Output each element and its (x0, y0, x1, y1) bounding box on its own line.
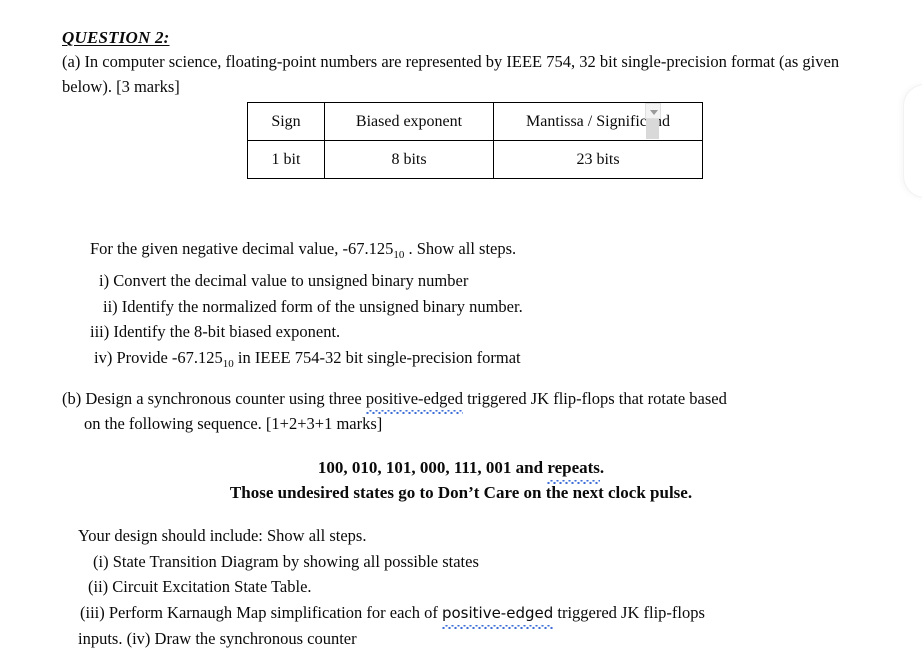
table-cell-sign-bits: 1 bit (247, 140, 325, 179)
design-item-ii: (ii) Circuit Excitation State Table. (88, 577, 312, 596)
part-b-intro: (b) Design a synchronous counter using t… (62, 386, 852, 436)
side-panel-edge[interactable] (903, 84, 922, 198)
misspelled-word-repeats[interactable]: repeats (547, 455, 600, 484)
chevron-down-icon (650, 110, 658, 115)
table-header-biased-exponent: Biased exponent (324, 102, 494, 141)
steps-intro-text-before: For the given negative decimal value, -6… (90, 239, 394, 258)
part-b-design-requirements: Your design should include: Show all ste… (78, 523, 868, 652)
steps-intro-text-after: . Show all steps. (404, 239, 517, 258)
design-item-iii-before: (iii) Perform Karnaugh Map simplificatio… (80, 602, 442, 622)
document-page: QUESTION 2: (a) In computer science, flo… (0, 0, 922, 648)
step-item-iv: iv) Provide -67.12510 in IEEE 754-32 bit… (90, 345, 790, 377)
misspelled-word-positive-edged-2[interactable]: positive-edged (441, 601, 554, 629)
step-item-ii: ii) Identify the normalized form of the … (103, 296, 523, 316)
state-sequence-before: 100, 010, 101, 000, 111, 001 and (317, 458, 548, 477)
table-cell-exponent-bits: 8 bits (324, 140, 494, 179)
misspelled-word-positive-edged[interactable]: positive-edged (365, 386, 464, 414)
state-sequence-line: 100, 010, 101, 000, 111, 001 and repeats… (0, 455, 922, 484)
undesired-states-note: Those undesired states go to Don’t Care … (229, 483, 693, 502)
steps-intro-subscript: 10 (393, 248, 405, 261)
table-cell-mantissa-bits: 23 bits (493, 140, 703, 179)
part-a-steps: For the given negative decimal value, -6… (90, 236, 790, 377)
part-b-line2: on the following sequence. [1+2+3+1 mark… (84, 414, 383, 433)
ieee754-field-table: Sign Biased exponent Mantissa / Signific… (247, 102, 703, 179)
step-item-i: i) Convert the decimal value to unsigned… (99, 271, 469, 291)
table-row-values: 1 bit 8 bits 23 bits (247, 140, 703, 179)
table-scrollbar[interactable] (645, 103, 661, 140)
page-title: QUESTION 2: (62, 28, 170, 47)
step-iv-text-after: in IEEE 754-32 bit single-precision form… (233, 347, 521, 367)
part-a-line-1: (a) In computer science, floating-point … (62, 52, 727, 71)
table-row-headers: Sign Biased exponent Mantissa / Signific… (247, 102, 703, 141)
step-iv-subscript: 10 (222, 357, 234, 370)
design-item-iii-after: triggered JK flip-flops (553, 602, 705, 622)
scrollbar-thumb[interactable] (646, 119, 659, 139)
part-b-line1-after: triggered JK flip-flops that rotate base… (462, 389, 727, 408)
step-item-iii: iii) Identify the 8-bit biased exponent. (90, 322, 341, 342)
state-sequence-after: . (599, 458, 605, 477)
part-b-line1-before: (b) Design a synchronous counter using t… (62, 389, 366, 408)
scroll-down-button[interactable] (645, 103, 661, 119)
design-item-iv: inputs. (iv) Draw the synchronous counte… (78, 629, 357, 648)
step-iv-text-before: iv) Provide -67.125 (94, 347, 223, 367)
table-header-sign: Sign (247, 102, 325, 141)
design-item-iii: (iii) Perform Karnaugh Map simplificatio… (78, 600, 868, 629)
design-intro: Your design should include: Show all ste… (78, 526, 367, 545)
design-item-i: (i) State Transition Diagram by showing … (93, 551, 479, 571)
steps-intro: For the given negative decimal value, -6… (90, 236, 790, 268)
table-header-mantissa: Mantissa / Significand (493, 102, 703, 141)
part-a-intro: (a) In computer science, floating-point … (62, 49, 852, 99)
